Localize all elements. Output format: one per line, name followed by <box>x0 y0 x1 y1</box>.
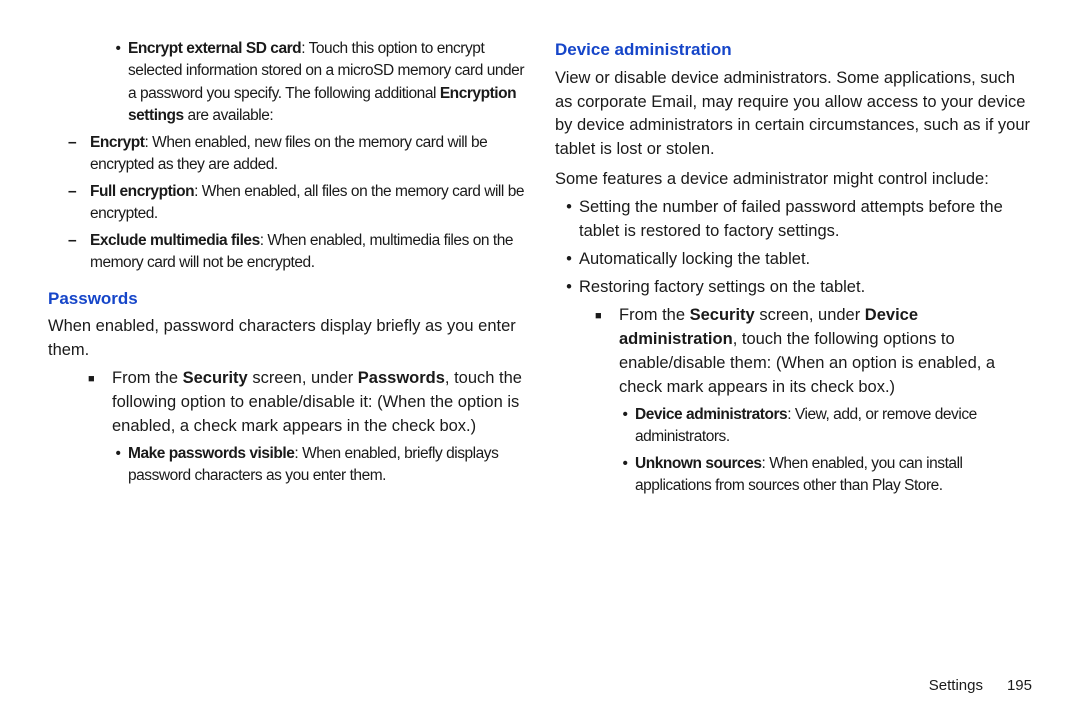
right-column: Device administration View or disable de… <box>555 38 1032 690</box>
document-page: • Encrypt external SD card: Touch this o… <box>0 0 1080 720</box>
sub-exclude-multimedia: – Exclude multimedia files: When enabled… <box>68 230 525 275</box>
device-admin-p2: Some features a device administrator mig… <box>555 168 1032 192</box>
bullet-dot-icon: • <box>559 248 579 272</box>
device-admin-square-item: ■ From the Security screen, under Device… <box>555 304 1032 400</box>
bullet-body: Encrypt external SD card: Touch this opt… <box>128 38 525 128</box>
sub-unknown-sources: • Unknown sources: When enabled, you can… <box>555 453 1032 498</box>
device-admin-p1: View or disable device administrators. S… <box>555 67 1032 163</box>
page-footer: Settings 195 <box>929 677 1032 694</box>
sq-pre: From the <box>619 306 690 324</box>
device-admin-heading: Device administration <box>555 38 1032 63</box>
bullet-encrypt-sd: • Encrypt external SD card: Touch this o… <box>48 38 525 128</box>
passwords-heading: Passwords <box>48 287 525 312</box>
footer-section-label: Settings <box>929 677 983 694</box>
sq-mid: screen, under <box>248 369 358 387</box>
bullet-dot-icon: • <box>559 276 579 300</box>
bullet-dot-icon: • <box>615 404 635 449</box>
bullet-dot-icon: • <box>108 443 128 488</box>
left-column: • Encrypt external SD card: Touch this o… <box>48 38 525 690</box>
bullet-dot-icon: • <box>559 196 579 244</box>
encrypt-sd-tail: are available: <box>184 107 274 124</box>
sq-b1: Security <box>690 306 755 324</box>
dash-icon: – <box>68 230 90 275</box>
bullet-restore-factory: • Restoring factory settings on the tabl… <box>555 276 1032 300</box>
passwords-square-item: ■ From the Security screen, under Passwo… <box>48 367 525 439</box>
encrypt-sd-title: Encrypt external SD card <box>128 40 301 57</box>
bullet-auto-lock: • Automatically locking the tablet. <box>555 248 1032 272</box>
bullet-dot-icon: • <box>108 38 128 128</box>
passwords-sub-bullet: • Make passwords visible: When enabled, … <box>48 443 525 488</box>
dash-icon: – <box>68 132 90 177</box>
sub-title: Full encryption <box>90 183 194 200</box>
columns: • Encrypt external SD card: Touch this o… <box>48 38 1032 690</box>
bullet-text: Setting the number of failed password at… <box>579 196 1032 244</box>
sq-pre: From the <box>112 369 183 387</box>
square-icon: ■ <box>88 367 112 439</box>
bullet-text: Restoring factory settings on the tablet… <box>579 276 1032 300</box>
footer-page-number: 195 <box>1007 677 1032 694</box>
bullet-text: Automatically locking the tablet. <box>579 248 1032 272</box>
sub-title: Encrypt <box>90 134 144 151</box>
sub-full-encryption: – Full encryption: When enabled, all fil… <box>68 181 525 226</box>
sub-desc: : When enabled, new files on the memory … <box>90 134 487 173</box>
sq-b2: Passwords <box>358 369 445 387</box>
sq-b1: Security <box>183 369 248 387</box>
sub-title: Make passwords visible <box>128 445 294 462</box>
square-icon: ■ <box>595 304 619 400</box>
bullet-dot-icon: • <box>615 453 635 498</box>
sub-title: Unknown sources <box>635 455 762 472</box>
encrypt-sd-sublist: – Encrypt: When enabled, new files on th… <box>48 132 525 275</box>
sub-title: Device administrators <box>635 406 787 423</box>
dash-icon: – <box>68 181 90 226</box>
passwords-intro: When enabled, password characters displa… <box>48 315 525 363</box>
sub-device-administrators: • Device administrators: View, add, or r… <box>555 404 1032 449</box>
bullet-failed-password: • Setting the number of failed password … <box>555 196 1032 244</box>
sub-title: Exclude multimedia files <box>90 232 260 249</box>
sq-mid: screen, under <box>755 306 865 324</box>
sub-encrypt: – Encrypt: When enabled, new files on th… <box>68 132 525 177</box>
